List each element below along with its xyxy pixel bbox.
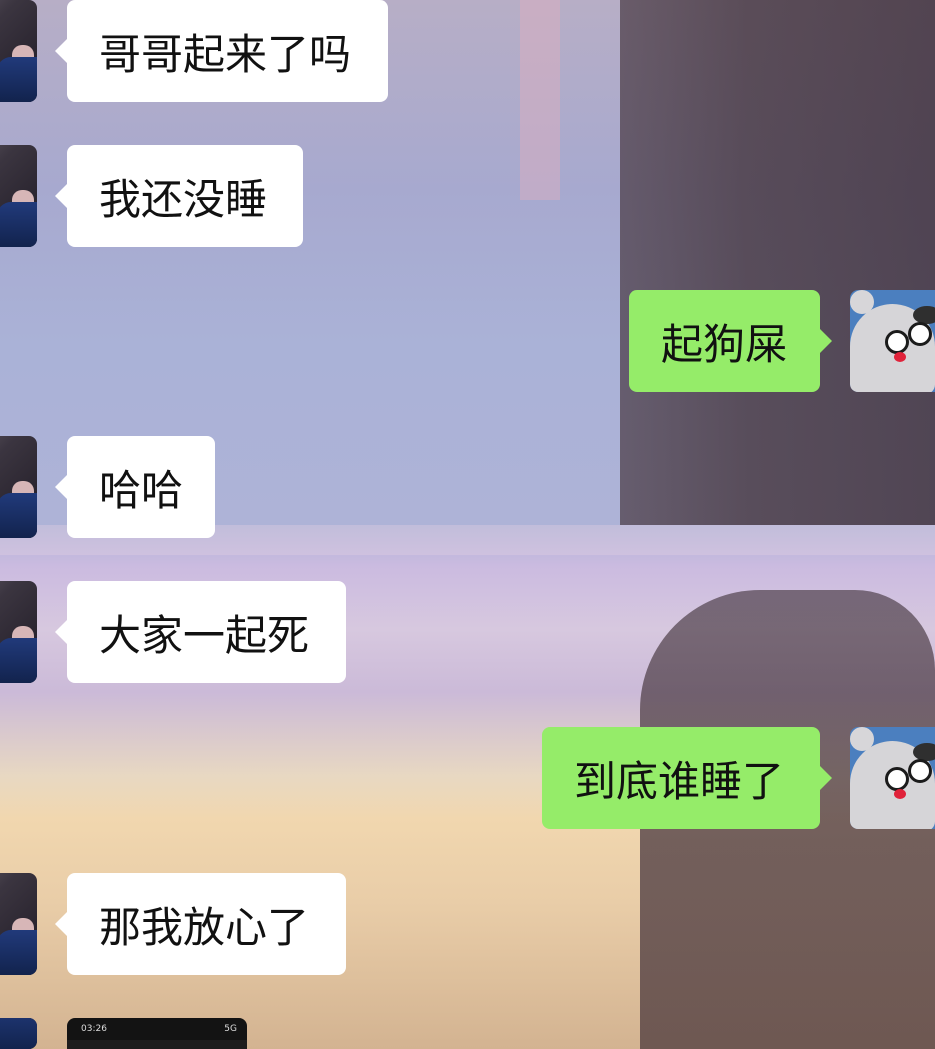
avatar-eye-icon (885, 767, 909, 791)
image-status-text: 5G (224, 1024, 237, 1034)
avatar-tongue-icon (894, 352, 906, 362)
message-row: 起狗屎 (0, 290, 935, 392)
message-row: 那我放心了 (0, 873, 935, 975)
user-avatar[interactable] (850, 727, 935, 829)
avatar-tongue-icon (894, 789, 906, 799)
message-row: 我还没睡 (0, 145, 935, 247)
contact-avatar[interactable] (0, 581, 37, 683)
image-time-text: 03:26 (81, 1024, 107, 1034)
message-row: 到底谁睡了 (0, 727, 935, 829)
incoming-message-bubble[interactable]: 大家一起死 (55, 581, 346, 683)
avatar-cartoon-ear (850, 290, 874, 314)
avatar-cartoon-ear (850, 727, 874, 751)
incoming-message-bubble[interactable]: 哈哈 (55, 436, 215, 538)
message-row: 哈哈 (0, 436, 935, 538)
avatar-cartoon-spot (913, 306, 935, 324)
image-toolbar (67, 1040, 247, 1049)
contact-avatar[interactable] (0, 1018, 37, 1049)
message-text: 我还没睡 (99, 174, 268, 224)
message-text: 大家一起死 (99, 610, 310, 660)
message-row: 哥哥起来了吗 (0, 0, 935, 102)
message-text: 那我放心了 (99, 902, 310, 952)
contact-avatar[interactable] (0, 436, 37, 538)
outgoing-message-bubble[interactable]: 起狗屎 (629, 290, 832, 392)
chat-screen: 哥哥起来了吗 我还没睡 起狗屎 哈哈 大家一起死 到底谁睡了 那我放心了 03:… (0, 0, 935, 1049)
contact-avatar[interactable] (0, 0, 37, 102)
avatar-eye-icon (908, 759, 932, 783)
avatar-eye-icon (908, 322, 932, 346)
image-message-preview[interactable]: 03:26 5G (67, 1018, 247, 1049)
incoming-message-bubble[interactable]: 我还没睡 (55, 145, 303, 247)
outgoing-message-bubble[interactable]: 到底谁睡了 (542, 727, 832, 829)
incoming-message-bubble[interactable]: 那我放心了 (55, 873, 346, 975)
contact-avatar[interactable] (0, 873, 37, 975)
message-row: 大家一起死 (0, 581, 935, 683)
message-text: 哥哥起来了吗 (99, 29, 352, 79)
message-text: 哈哈 (99, 465, 184, 515)
user-avatar[interactable] (850, 290, 935, 392)
avatar-cartoon-spot (913, 743, 935, 761)
contact-avatar[interactable] (0, 145, 37, 247)
message-text: 起狗屎 (661, 319, 788, 369)
message-text: 到底谁睡了 (574, 756, 785, 806)
incoming-message-bubble[interactable]: 哥哥起来了吗 (55, 0, 388, 102)
avatar-eye-icon (885, 330, 909, 354)
